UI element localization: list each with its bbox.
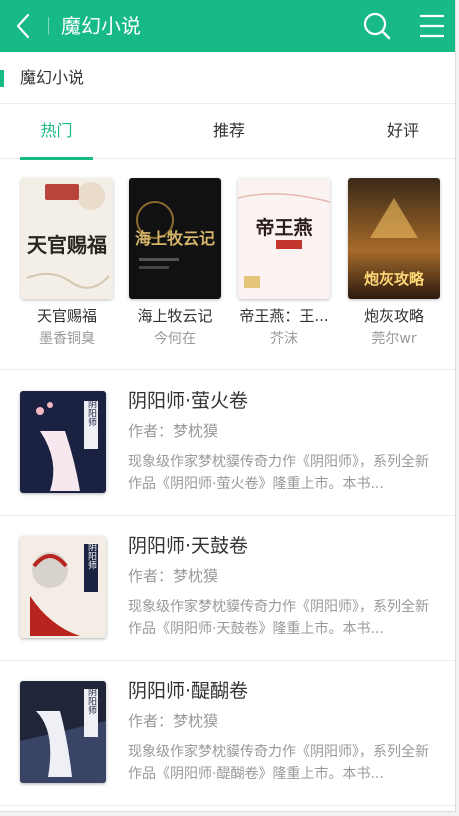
- book-cover[interactable]: 阴阳师: [20, 681, 106, 783]
- book-description: 现象级作家梦枕貘传奇力作《阴阳师》，系列全新作品《阴阳师·醍醐卷》隆重上市。本书…: [128, 744, 429, 782]
- book-description: 现象级作家梦枕貘传奇力作《阴阳师》，系列全新作品《阴阳师·天鼓卷》隆重上市。本书…: [128, 599, 429, 637]
- book-cover[interactable]: 天官赐福: [21, 178, 113, 299]
- list-item[interactable]: 阴阳师 阴阳师·醍醐卷 作者：梦枕獏 现象级作家梦枕貘传奇力作《阴阳师》，系列全…: [0, 661, 455, 806]
- book-author: 莞尔wr: [371, 331, 417, 347]
- book-cover[interactable]: 帝王燕: [238, 178, 330, 299]
- cover-title-text: 天官赐福: [27, 233, 107, 257]
- book-cover-art: 海上牧云记: [129, 178, 221, 299]
- list-item[interactable]: 阴阳师 阴阳师·萤火卷 作者：梦枕獏 现象级作家梦枕貘传奇力作《阴阳师》，系列全…: [0, 371, 455, 516]
- book-author: 作者：梦枕獏: [128, 567, 219, 585]
- book-author: 今何在: [154, 331, 196, 347]
- cover-title-text: 海上牧云记: [135, 229, 215, 248]
- book-cover[interactable]: 阴阳师: [20, 391, 106, 493]
- app-window: 魔幻小说 魔幻小说 热门 推荐 好评 天官赐福 天官赐福 墨香铜臭 海上牧云记 …: [0, 0, 456, 812]
- section-header: 魔幻小说: [0, 53, 455, 104]
- top-bar: 魔幻小说: [0, 0, 455, 52]
- book-title: 海上牧云记: [137, 307, 213, 325]
- book-cover-art: 阴阳师: [20, 391, 106, 493]
- book-cover[interactable]: 阴阳师: [20, 536, 106, 638]
- tab-recommended[interactable]: 推荐: [192, 105, 266, 159]
- menu-button[interactable]: [417, 11, 447, 41]
- book-title: 炮灰攻略: [363, 307, 424, 325]
- section-label: 魔幻小说: [20, 68, 85, 87]
- book-author: 作者：梦枕獏: [128, 712, 219, 730]
- list-item[interactable]: 阴阳师 阴阳师·天鼓卷 作者：梦枕獏 现象级作家梦枕貘传奇力作《阴阳师》，系列全…: [0, 516, 455, 661]
- book-cover[interactable]: 炮灰攻略: [348, 178, 440, 299]
- section-accent-bar: [0, 70, 4, 87]
- page-title: 魔幻小说: [61, 14, 141, 38]
- book-title: 阴阳师·萤火卷: [128, 390, 249, 412]
- cover-title-text: 阴阳师: [86, 399, 97, 427]
- cover-title-text: 阴阳师: [86, 542, 97, 570]
- tab-hot[interactable]: 热门: [20, 105, 93, 160]
- book-cover-art: 阴阳师: [20, 536, 106, 638]
- cover-title-text: 炮灰攻略: [364, 270, 425, 288]
- book-author: 芥沫: [270, 331, 298, 347]
- book-cover-art: 炮灰攻略: [348, 178, 440, 299]
- tab-bar: 热门 推荐 好评: [0, 105, 455, 160]
- book-cover-art: 阴阳师: [20, 681, 106, 783]
- search-icon: [363, 12, 391, 40]
- book-cover[interactable]: 海上牧云记: [129, 178, 221, 299]
- book-grid: 天官赐福 天官赐福 墨香铜臭 海上牧云记 海上牧云记 今何在 帝王燕 帝王燕：王…: [0, 159, 455, 370]
- book-title: 天官赐福: [36, 307, 97, 325]
- book-title: 阴阳师·醍醐卷: [128, 680, 249, 702]
- book-cover-art: 天官赐福: [21, 178, 113, 299]
- back-button[interactable]: [10, 12, 38, 40]
- cover-title-text: 帝王燕: [255, 216, 312, 239]
- header-divider: [48, 17, 49, 35]
- hamburger-menu-icon: [420, 14, 444, 38]
- tab-top-rated[interactable]: 好评: [370, 105, 436, 159]
- book-cover-art: 帝王燕: [238, 178, 330, 299]
- book-title: 帝王燕：王...: [239, 307, 329, 325]
- search-button[interactable]: [362, 11, 392, 41]
- chevron-left-icon: [16, 13, 30, 39]
- book-title: 阴阳师·天鼓卷: [128, 535, 249, 557]
- book-author: 墨香铜臭: [39, 331, 95, 347]
- book-author: 作者：梦枕獏: [128, 422, 219, 440]
- cover-title-text: 阴阳师: [86, 687, 97, 715]
- book-description: 现象级作家梦枕貘传奇力作《阴阳师》，系列全新作品《阴阳师·萤火卷》隆重上市。本书…: [128, 454, 429, 492]
